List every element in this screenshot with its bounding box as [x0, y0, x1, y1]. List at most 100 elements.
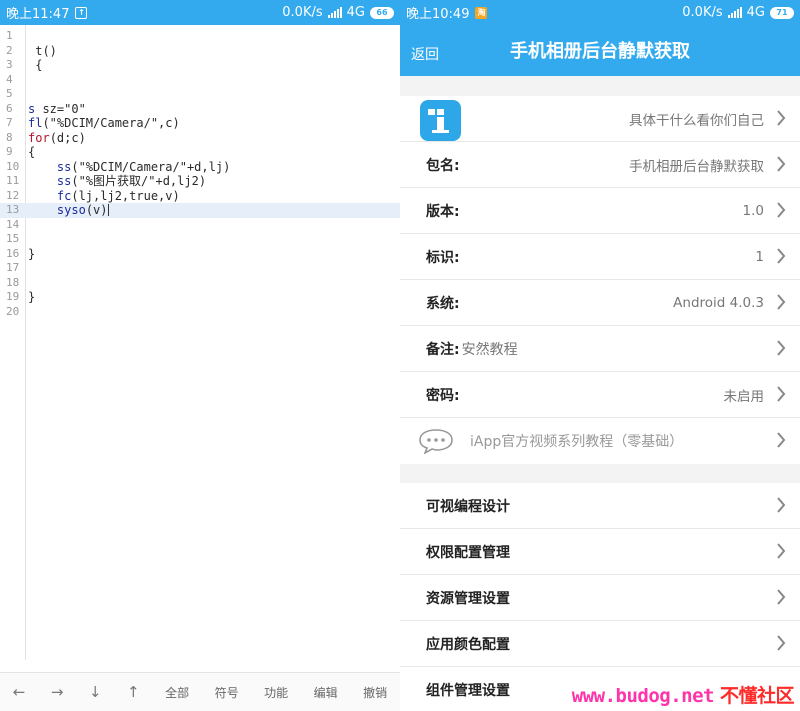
line-number: 12	[6, 188, 20, 202]
line-number: 13	[6, 203, 20, 216]
code-text: ss("%DCIM/Camera/"+d,lj)	[28, 160, 230, 175]
cursor-up-button[interactable]: ↑	[125, 679, 142, 705]
package-label: 包名:	[426, 157, 460, 174]
code-text: for(d;c)	[28, 131, 86, 146]
version-label: 版本:	[426, 203, 460, 220]
battery-level: 66	[376, 7, 388, 17]
password-label: 密码:	[426, 387, 460, 404]
code-text: fc(lj,lj2,true,v)	[28, 189, 180, 204]
code-line[interactable]: 16}	[0, 247, 400, 262]
code-line[interactable]: 2 t()	[0, 44, 400, 59]
info-row-version[interactable]: 版本: 1.0	[400, 188, 800, 234]
chevron-right-icon	[776, 588, 786, 606]
battery-level: 71	[776, 7, 788, 17]
cursor-right-button[interactable]: →	[49, 679, 66, 705]
visual-design-label: 可视编程设计	[426, 498, 510, 515]
code-keyword: fl	[28, 116, 43, 130]
code-line[interactable]: 8 for(d;c)	[0, 131, 400, 146]
code-line[interactable]: 12 fc(lj,lj2,true,v)	[0, 189, 400, 204]
clock: 晚上10:49	[406, 7, 470, 22]
page-title: 手机相册后台静默获取	[510, 41, 690, 62]
info-row-note[interactable]: 备注: 安然教程	[400, 326, 800, 372]
code-text: {	[28, 58, 42, 73]
code-token: }	[28, 246, 36, 261]
code-token: {	[28, 58, 43, 72]
code-line[interactable]: 9{	[0, 145, 400, 160]
info-row-password[interactable]: 密码: 未启用	[400, 372, 800, 418]
line-number: 1	[6, 29, 13, 42]
signal-icon	[327, 7, 342, 18]
info-row-description[interactable]: 具体干什么看你们自己	[400, 96, 800, 142]
code-line[interactable]: 11 ss("%图片获取/"+d,lj2)	[0, 174, 400, 189]
line-number: 15	[6, 232, 20, 245]
code-line[interactable]: 6 s sz="0"	[0, 102, 400, 117]
code-line[interactable]: 5	[0, 87, 400, 102]
code-line[interactable]: 3 {	[0, 58, 400, 73]
cursor-left-button[interactable]: ←	[11, 679, 28, 705]
cursor-down-button[interactable]: ↓	[87, 679, 104, 705]
line-number: 10	[6, 159, 20, 173]
menu-row-permission-config[interactable]: 权限配置管理	[400, 529, 800, 575]
line-number: 9	[6, 145, 13, 158]
info-row-tutorial[interactable]: iApp官方视频系列教程（零基础）	[400, 418, 800, 464]
line-number: 5	[6, 87, 13, 100]
line-number: 2	[6, 43, 13, 57]
chevron-right-icon	[776, 201, 786, 219]
line-number: 20	[6, 304, 20, 318]
chevron-right-icon	[776, 496, 786, 514]
code-line[interactable]: 19}	[0, 290, 400, 305]
chat-bubble-icon	[418, 428, 454, 455]
code-line[interactable]: 10 ss("%DCIM/Camera/"+d,lj)	[0, 160, 400, 175]
chevron-right-icon	[776, 155, 786, 173]
code-line[interactable]: 13 syso(v)	[0, 203, 400, 218]
function-button[interactable]: 功能	[262, 680, 290, 705]
battery-icon: 66	[370, 6, 394, 19]
line-number: 4	[6, 72, 13, 86]
chevron-right-icon	[776, 109, 786, 127]
line-number: 11	[6, 174, 20, 187]
select-all-button[interactable]: 全部	[163, 680, 191, 705]
code-token: t()	[28, 43, 57, 58]
code-area[interactable]: 12 t() 3 {4 5 6 s sz="0" 7 fl("%DCIM/Camera/",…	[0, 25, 400, 670]
code-line[interactable]: 1	[0, 29, 400, 44]
info-row-identifier[interactable]: 标识: 1	[400, 234, 800, 280]
info-row-package[interactable]: 包名: 手机相册后台静默获取	[400, 142, 800, 188]
menu-row-color-config[interactable]: 应用颜色配置	[400, 621, 800, 667]
status-bar: 晚上11:47 ↑ 0.0K/s 4G 66	[0, 0, 400, 25]
info-row-system[interactable]: 系统: Android 4.0.3	[400, 280, 800, 326]
line-number: 16	[6, 246, 20, 260]
code-line[interactable]: 15	[0, 232, 400, 247]
code-editor-screen: 晚上11:47 ↑ 0.0K/s 4G 66 12 t() 3 {4 5 6 s sz=…	[0, 0, 400, 711]
network-type: 4G	[746, 5, 765, 20]
code-token: {	[28, 145, 36, 159]
code-keyword: for	[28, 130, 50, 145]
undo-button[interactable]: 撤销	[361, 680, 389, 705]
symbol-button[interactable]: 符号	[213, 680, 241, 705]
line-number: 6	[6, 101, 13, 115]
code-text: s sz="0"	[28, 102, 86, 117]
package-value: 手机相册后台静默获取	[629, 158, 764, 175]
code-line[interactable]: 18	[0, 276, 400, 291]
edit-button[interactable]: 编辑	[312, 680, 340, 705]
upload-notification-icon: ↑	[75, 6, 88, 19]
code-line[interactable]: 20	[0, 305, 400, 320]
menu-row-visual-design[interactable]: 可视编程设计	[400, 483, 800, 529]
menu-row-resource-manage[interactable]: 资源管理设置	[400, 575, 800, 621]
code-line[interactable]: 14	[0, 218, 400, 233]
app-info-section: 具体干什么看你们自己 包名: 手机相册后台静默获取 版本: 1.0 标识: 1 …	[400, 96, 800, 464]
code-line[interactable]: 17	[0, 261, 400, 276]
network-speed: 0.0K/s	[682, 5, 723, 20]
editor-toolbar: ← → ↓ ↑ 全部 符号 功能 编辑 撤销	[0, 672, 400, 711]
network-type: 4G	[346, 5, 365, 20]
code-text: }	[28, 247, 35, 262]
code-line[interactable]: 4	[0, 73, 400, 88]
description-value: 具体干什么看你们自己	[629, 112, 764, 129]
line-number: 7	[6, 116, 13, 129]
note-label: 备注:	[426, 341, 460, 358]
note-value: 安然教程	[461, 341, 518, 358]
code-text: fl("%DCIM/Camera/",c)	[28, 116, 180, 131]
code-line[interactable]: 7 fl("%DCIM/Camera/",c)	[0, 116, 400, 131]
app-info-icon	[420, 100, 461, 141]
